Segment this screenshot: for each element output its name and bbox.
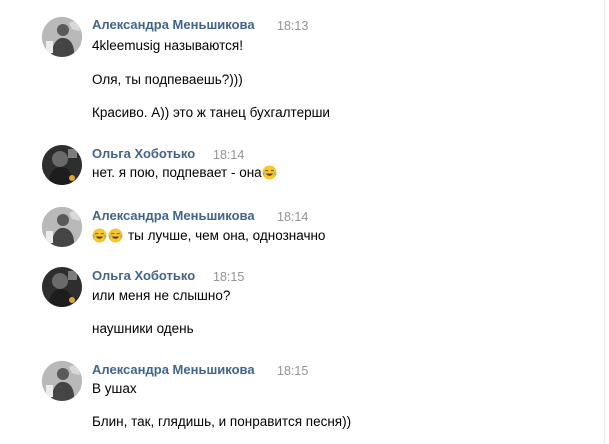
avatar[interactable] bbox=[42, 17, 82, 57]
avatar[interactable] bbox=[42, 361, 82, 401]
message-time[interactable]: 18:15 bbox=[277, 364, 308, 378]
message-group: Александра Меньшикова 18:14 ты лучше, че… bbox=[0, 202, 600, 262]
message-time[interactable]: 18:14 bbox=[277, 210, 308, 224]
message-text: или меня не слышно? bbox=[92, 288, 231, 303]
message-time[interactable]: 18:15 bbox=[213, 270, 244, 284]
message-text: В ушах bbox=[92, 381, 137, 396]
message-author[interactable]: Александра Меньшикова bbox=[92, 17, 255, 32]
avatar[interactable] bbox=[42, 267, 82, 307]
avatar[interactable] bbox=[42, 145, 82, 185]
message-text: Красиво. А)) это ж танец бухгалтерши bbox=[92, 105, 330, 120]
message-text-row: нет. я пою, подпевает - она bbox=[92, 165, 278, 180]
avatar[interactable] bbox=[42, 207, 82, 247]
message-text: наушники одень bbox=[92, 321, 194, 336]
message-text: Блин, так, глядишь, и понравится песня)) bbox=[92, 414, 352, 429]
chat-history: Александра Меньшикова 18:13 4kleemusig н… bbox=[0, 0, 609, 444]
message-time[interactable]: 18:13 bbox=[277, 19, 308, 33]
message-text: 4kleemusig называются! bbox=[92, 38, 243, 53]
message-text: ты лучше, чем она, однозначно bbox=[128, 228, 326, 243]
user-photo-avatar-icon bbox=[42, 145, 82, 185]
message-text-row: ты лучше, чем она, однозначно bbox=[92, 228, 325, 243]
face-with-tears-of-joy-icon bbox=[92, 228, 107, 243]
user-photo-avatar-icon bbox=[42, 267, 82, 307]
message-group: Ольга Хоботько 18:15 или меня не слышно?… bbox=[0, 262, 600, 356]
user-photo-avatar-icon bbox=[42, 361, 82, 401]
face-with-tears-of-joy-icon bbox=[262, 165, 277, 180]
message-author[interactable]: Ольга Хоботько bbox=[92, 268, 195, 283]
message-author[interactable]: Александра Меньшикова bbox=[92, 362, 255, 377]
message-text: нет. я пою, подпевает - она bbox=[92, 165, 262, 180]
user-photo-avatar-icon bbox=[42, 17, 82, 57]
message-text: Оля, ты подпеваешь?))) bbox=[92, 72, 243, 87]
message-group: Ольга Хоботько 18:14 нет. я пою, подпева… bbox=[0, 140, 600, 202]
message-time[interactable]: 18:14 bbox=[213, 148, 244, 162]
message-author[interactable]: Ольга Хоботько bbox=[92, 146, 195, 161]
user-photo-avatar-icon bbox=[42, 207, 82, 247]
face-with-tears-of-joy-icon bbox=[108, 228, 123, 243]
message-group: Александра Меньшикова 18:15 В ушах Блин,… bbox=[0, 356, 600, 444]
message-group: Александра Меньшикова 18:13 4kleemusig н… bbox=[0, 0, 600, 140]
panel-divider bbox=[604, 0, 605, 444]
message-author[interactable]: Александра Меньшикова bbox=[92, 208, 255, 223]
